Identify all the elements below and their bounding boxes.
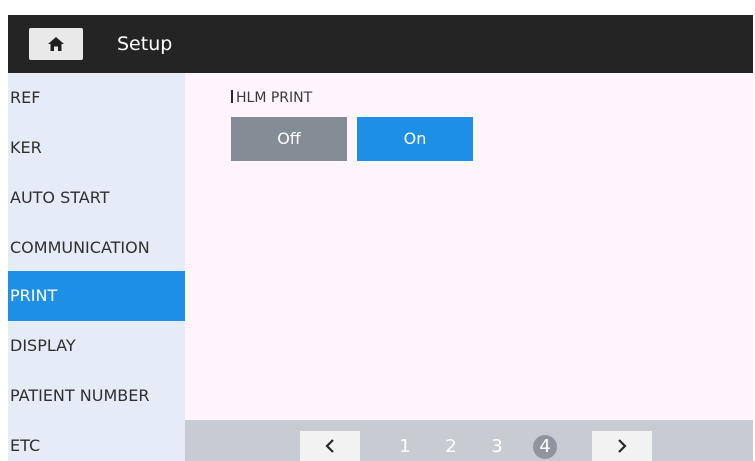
chevron-left-icon <box>325 439 334 453</box>
main-content: HLM PRINT Off On <box>185 73 753 419</box>
page-title: Setup <box>117 33 173 55</box>
home-icon <box>48 37 64 51</box>
sidebar-item-ref[interactable]: REF <box>8 73 185 123</box>
next-page-button[interactable] <box>592 431 652 461</box>
sidebar-item-etc[interactable]: ETC <box>8 421 185 461</box>
section-label: HLM PRINT <box>231 90 312 106</box>
sidebar: REF KER AUTO START COMMUNICATION PRINT D… <box>8 73 185 461</box>
app-window: Setup REF KER AUTO START COMMUNICATION P… <box>8 15 753 461</box>
off-button[interactable]: Off <box>231 117 347 161</box>
sidebar-item-communication[interactable]: COMMUNICATION <box>8 223 185 273</box>
page-number-1[interactable]: 1 <box>393 435 417 459</box>
top-bar: Setup <box>8 15 753 73</box>
on-button[interactable]: On <box>357 117 473 161</box>
sidebar-item-display[interactable]: DISPLAY <box>8 321 185 371</box>
sidebar-item-auto-start[interactable]: AUTO START <box>8 173 185 223</box>
pagination-bar: 1 2 3 4 <box>185 420 753 461</box>
previous-page-button[interactable] <box>300 431 360 461</box>
sidebar-item-print[interactable]: PRINT <box>8 271 185 321</box>
sidebar-item-patient-number[interactable]: PATIENT NUMBER <box>8 371 185 421</box>
page-number-4[interactable]: 4 <box>533 435 557 459</box>
home-button[interactable] <box>29 28 83 60</box>
page-number-3[interactable]: 3 <box>485 435 509 459</box>
chevron-right-icon <box>618 439 627 453</box>
page-number-2[interactable]: 2 <box>439 435 463 459</box>
section-label-text: HLM PRINT <box>236 90 313 106</box>
section-marker <box>231 90 233 103</box>
sidebar-item-ker[interactable]: KER <box>8 123 185 173</box>
